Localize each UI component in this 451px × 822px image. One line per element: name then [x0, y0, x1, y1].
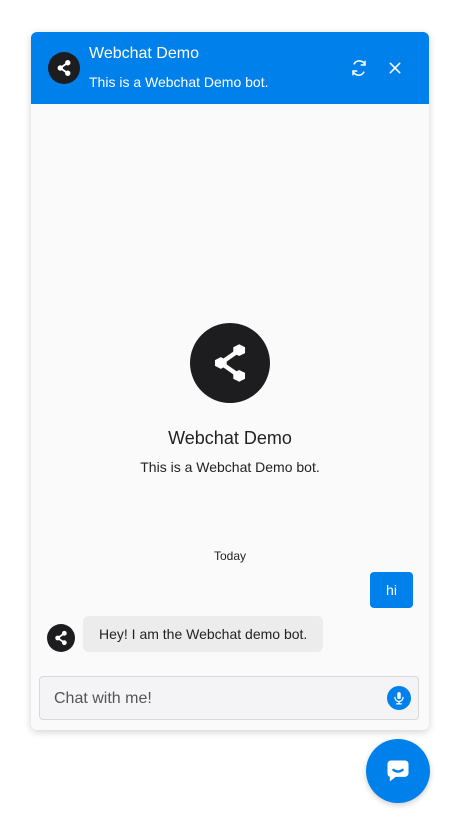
bot-avatar [48, 52, 80, 84]
chat-bubble-icon [387, 760, 409, 782]
share-nodes-icon [214, 344, 246, 382]
close-button[interactable] [383, 56, 407, 80]
bot-message: Hey! I am the Webchat demo bot. [83, 616, 324, 652]
header-subtitle: This is a Webchat Demo bot. [89, 74, 269, 90]
share-nodes-icon [57, 60, 71, 76]
chat-header: Webchat Demo This is a Webchat Demo bot. [31, 32, 429, 104]
close-icon [389, 62, 401, 74]
date-separator: Today [213, 549, 247, 563]
user-message: hi [370, 572, 413, 608]
chat-widget: Webchat Demo This is a Webchat Demo bot. [31, 32, 429, 730]
intro-title: Webchat Demo [168, 428, 292, 448]
chat-launcher-button[interactable] [366, 739, 430, 803]
share-nodes-icon [55, 630, 67, 646]
chat-input-container [39, 676, 419, 721]
chat-input[interactable] [52, 677, 376, 721]
intro-bot-avatar [190, 323, 270, 403]
header-title: Webchat Demo [89, 45, 199, 62]
microphone-button[interactable] [387, 686, 411, 710]
intro-subtitle: This is a Webchat Demo bot. [140, 459, 320, 475]
bot-message-avatar [47, 624, 75, 652]
refresh-icon [352, 60, 366, 76]
microphone-icon [394, 692, 404, 705]
refresh-button[interactable] [347, 56, 371, 80]
